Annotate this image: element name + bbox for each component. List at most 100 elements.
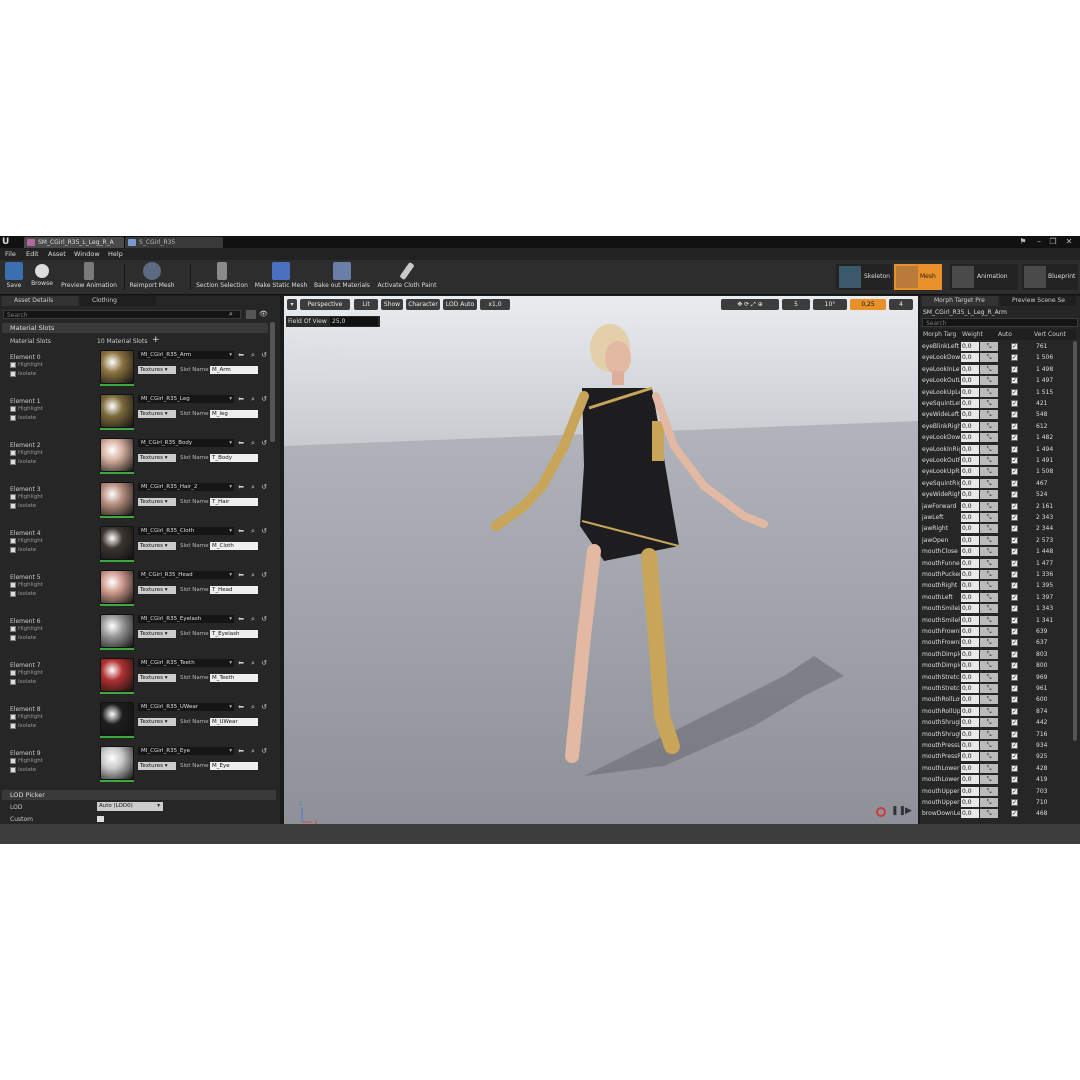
tab-preview-scene-settings[interactable]: Preview Scene Se [1000,296,1076,306]
rotation-snap-button[interactable]: 10° [813,299,847,310]
checkbox-box[interactable] [10,494,16,500]
highlight-checkbox[interactable]: Highlight [10,537,43,545]
auto-checkbox[interactable]: ✓ [1011,810,1018,818]
blueprint-mode-button[interactable]: Blueprint [1022,264,1078,290]
morph-weight-slider[interactable]: ⤡ [980,661,998,671]
checkbox-box[interactable] [10,415,16,421]
camera-speed-button[interactable]: 4 [889,299,913,310]
morph-weight-input[interactable]: 0,0 [961,684,979,693]
close-button[interactable]: ✕ [1064,237,1074,247]
material-picker[interactable]: MI_CGirl_R35_Teeth ▾ [138,659,234,667]
save-button[interactable]: Save [2,261,26,293]
auto-checkbox[interactable]: ✓ [1011,764,1018,772]
slot-name-input[interactable]: T_Head [210,586,258,594]
reset-arrow-icon[interactable]: ↺ [260,351,268,359]
highlight-checkbox[interactable]: Highlight [10,713,43,721]
morph-weight-input[interactable]: 0,0 [961,456,979,465]
lit-button[interactable]: Lit [354,299,378,310]
reset-arrow-icon[interactable]: ↺ [260,439,268,447]
morph-weight-slider[interactable]: ⤡ [980,729,998,739]
morph-weight-input[interactable]: 0,0 [961,513,979,522]
highlight-checkbox[interactable]: Highlight [10,449,43,457]
auto-checkbox[interactable]: ✓ [1011,479,1018,487]
isolate-checkbox[interactable]: Isolate [10,766,36,774]
textures-dropdown[interactable]: Textures ▾ [138,762,176,770]
slot-name-input[interactable]: M_Cloth [210,542,258,550]
isolate-checkbox[interactable]: Isolate [10,722,36,730]
morph-weight-slider[interactable]: ⤡ [980,627,998,636]
section-selection-button[interactable]: Section Selection [195,261,249,293]
highlight-checkbox[interactable]: Highlight [10,493,43,501]
isolate-checkbox[interactable]: Isolate [10,546,36,554]
reset-arrow-icon[interactable]: ↺ [260,483,268,491]
checkbox-box[interactable] [10,547,16,553]
morph-weight-input[interactable]: 0,0 [961,718,979,728]
slot-name-input[interactable]: M_UWear [210,718,258,726]
auto-checkbox[interactable]: ✓ [1011,525,1018,533]
auto-checkbox[interactable]: ✓ [1011,343,1018,350]
material-picker[interactable]: MI_CGirl_R35_Arm ▾ [138,351,234,359]
auto-checkbox[interactable]: ✓ [1011,457,1018,464]
browse-search-icon[interactable]: ⌕ [249,439,257,447]
material-slots-section-header[interactable]: Material Slots [2,323,268,333]
morph-weight-slider[interactable]: ⤡ [980,604,998,614]
textures-dropdown[interactable]: Textures ▾ [138,366,176,374]
morph-weight-slider[interactable]: ⤡ [980,433,998,443]
checkbox-box[interactable] [10,635,16,641]
textures-dropdown[interactable]: Textures ▾ [138,542,176,550]
morph-weight-input[interactable]: 0,0 [961,661,979,671]
morph-weight-slider[interactable]: ⤡ [980,353,998,363]
morph-weight-slider[interactable]: ⤡ [980,786,998,796]
checkbox-box[interactable] [10,591,16,597]
reset-arrow-icon[interactable]: ↺ [260,571,268,579]
column-header[interactable]: Vert Count [1034,331,1066,338]
reimport-mesh-button[interactable]: Reimport Mesh [128,261,176,293]
morph-weight-input[interactable]: 0,0 [961,399,979,408]
use-selected-arrow-icon[interactable]: ⬅ [237,395,245,403]
slot-name-input[interactable]: M_Teeth [210,674,258,682]
morph-weight-slider[interactable]: ⤡ [980,387,998,397]
morph-weight-slider[interactable]: ⤡ [980,513,998,522]
playback-speed-button[interactable]: x1,0 [480,299,510,310]
reset-arrow-icon[interactable]: ↺ [260,659,268,667]
morph-weight-input[interactable]: 0,0 [961,638,979,648]
morph-weight-slider[interactable]: ⤡ [980,706,998,716]
auto-checkbox[interactable]: ✓ [1011,571,1018,578]
auto-checkbox[interactable]: ✓ [1011,491,1018,499]
morph-weight-slider[interactable]: ⤡ [980,741,998,750]
auto-checkbox[interactable]: ✓ [1011,593,1018,601]
column-header[interactable]: Weight [962,331,983,338]
morph-weight-input[interactable]: 0,0 [961,695,979,705]
use-selected-arrow-icon[interactable]: ⬅ [237,483,245,491]
material-thumbnail[interactable] [100,438,134,472]
auto-checkbox[interactable]: ✓ [1011,787,1018,795]
morph-weight-slider[interactable]: ⤡ [980,467,998,477]
tab-clothing[interactable]: Clothing [80,296,156,306]
auto-checkbox[interactable]: ✓ [1011,377,1018,385]
auto-checkbox[interactable]: ✓ [1011,559,1018,567]
transform-tools-group[interactable]: ✥ ⟳ ⤢ ⊕ [721,299,779,310]
auto-checkbox[interactable]: ✓ [1011,502,1018,510]
morph-weight-slider[interactable]: ⤡ [980,695,998,705]
material-picker[interactable]: M_CGirl_R35_Head ▾ [138,571,234,579]
textures-dropdown[interactable]: Textures ▾ [138,674,176,682]
reset-arrow-icon[interactable]: ↺ [260,615,268,623]
minimize-button[interactable]: – [1034,237,1044,247]
morph-weight-slider[interactable]: ⤡ [980,444,998,454]
record-icon[interactable] [876,807,886,817]
auto-checkbox[interactable]: ✓ [1011,445,1018,453]
perspective-button[interactable]: Perspective [300,299,350,310]
auto-checkbox[interactable]: ✓ [1011,650,1018,658]
isolate-checkbox[interactable]: Isolate [10,370,36,378]
slot-name-input[interactable]: T_Hair [210,498,258,506]
use-selected-arrow-icon[interactable]: ⬅ [237,703,245,711]
auto-checkbox[interactable]: ✓ [1011,776,1018,784]
material-picker[interactable]: M_CGirl_R35_Body ▾ [138,439,234,447]
morph-weight-input[interactable]: 0,0 [961,387,979,397]
add-material-slot-icon[interactable]: + [152,335,160,345]
highlight-checkbox[interactable]: Highlight [10,361,43,369]
checkbox-box[interactable] [10,714,16,720]
show-button[interactable]: Show [381,299,403,310]
menu-file[interactable]: File [5,248,16,260]
details-search-input[interactable]: Search [3,310,241,319]
